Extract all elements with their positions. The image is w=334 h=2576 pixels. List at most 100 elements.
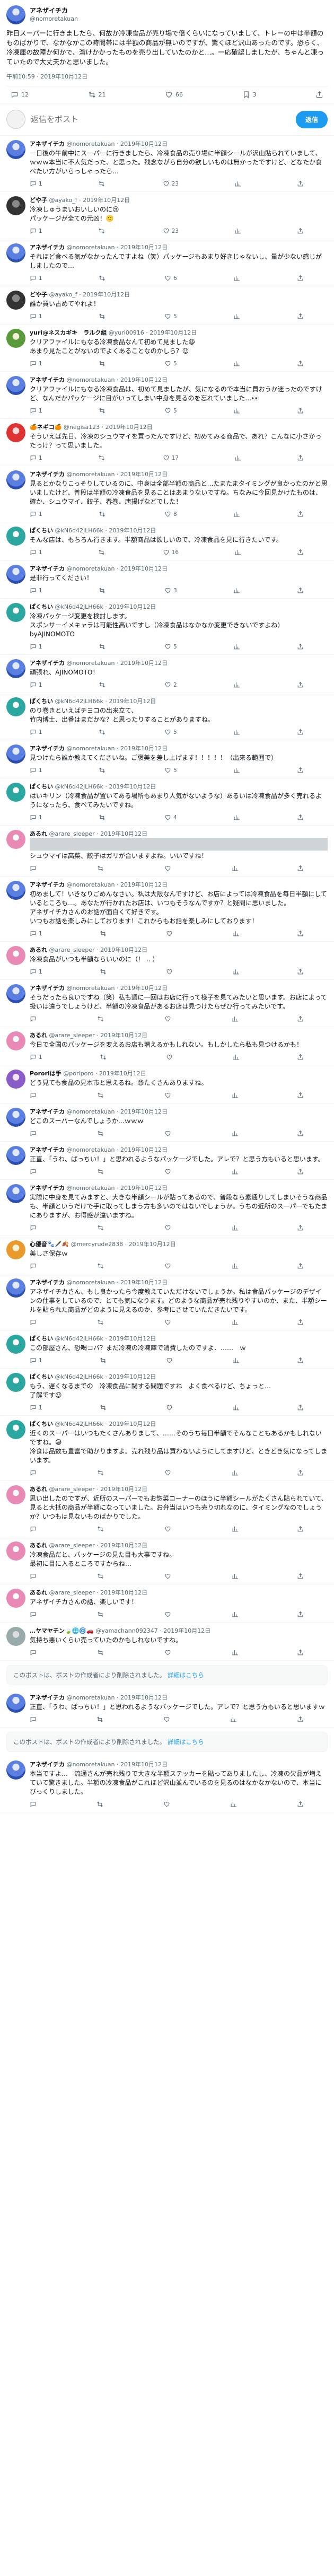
avatar[interactable] — [6, 1485, 25, 1504]
like-action[interactable]: 16 — [163, 549, 179, 556]
views-action[interactable] — [232, 1092, 239, 1099]
reply-handle[interactable]: @arare_sleeper — [49, 947, 95, 953]
retweet-action[interactable] — [97, 1611, 106, 1618]
share-action[interactable] — [297, 1319, 304, 1326]
retweet-action[interactable] — [97, 1263, 106, 1269]
like-action[interactable]: 23 — [163, 180, 179, 187]
reply-item[interactable]: Pororiは手 @poriporo · 2019年10月12日 どう見ても食品… — [0, 1065, 334, 1103]
views-action[interactable] — [232, 1611, 239, 1618]
views-action[interactable] — [233, 729, 240, 735]
reply-action[interactable]: 1 — [30, 180, 42, 187]
reply-action[interactable]: 1 — [30, 454, 42, 461]
share-action[interactable] — [297, 729, 304, 735]
reply-item[interactable]: ぱくちい @kN6d42jLH66k · 2019年10月12日 はいキリン（冷… — [0, 778, 334, 826]
reply-date[interactable]: 2019年10月12日 — [83, 197, 130, 204]
views-action[interactable] — [232, 1130, 239, 1137]
like-action[interactable]: 5 — [164, 360, 177, 367]
like-action[interactable] — [164, 1611, 173, 1618]
views-action[interactable] — [233, 1357, 240, 1364]
avatar[interactable] — [6, 1373, 25, 1392]
reply-display-name[interactable]: ぱくちい — [30, 783, 53, 790]
reply-display-name[interactable]: アネザイチカ — [30, 565, 65, 572]
reply-date[interactable]: 2019年10月12日 — [109, 603, 156, 610]
reply-date[interactable]: 2019年10月12日 — [120, 660, 168, 667]
reply-action[interactable] — [30, 1092, 39, 1099]
reply-item[interactable]: アネザイチカ @nomoretakuan · 2019年10月12日 正直、「う… — [0, 1142, 334, 1180]
share-action[interactable] — [297, 1357, 304, 1364]
reply-item[interactable]: ぱくちい @kN6d42jLH66k · 2019年10月12日 冷凍パッケージ… — [0, 599, 334, 655]
reply-action[interactable] — [30, 1649, 39, 1656]
reply-submit-button[interactable]: 返信 — [295, 110, 328, 128]
like-action[interactable] — [164, 865, 173, 872]
reply-date[interactable]: 2019年10月12日 — [120, 565, 168, 572]
share-action[interactable] — [297, 360, 304, 367]
reply-display-name[interactable]: どや子 — [30, 197, 47, 204]
reply-handle[interactable]: @ayako_f — [49, 197, 77, 204]
views-action[interactable] — [233, 587, 240, 594]
like-action[interactable] — [166, 1054, 175, 1061]
share-action[interactable] — [297, 1649, 304, 1656]
share-action[interactable] — [297, 1263, 304, 1269]
reply-date[interactable]: 2019年10月12日 — [150, 329, 197, 336]
reply-date[interactable]: 2019年10月12日 — [120, 1761, 168, 1768]
retweet-action[interactable] — [96, 1801, 103, 1808]
reply-display-name[interactable]: …ヤマヤチン🍃🌐🌀🚗 — [30, 1627, 94, 1634]
avatar[interactable] — [6, 1108, 25, 1127]
like-action[interactable]: 3 — [164, 587, 177, 594]
reply-handle[interactable]: @ayako_f — [49, 291, 77, 298]
reply-display-name[interactable]: あるれ — [30, 947, 47, 953]
reply-display-name[interactable]: アネザイチカ — [30, 376, 65, 383]
retweet-action[interactable] — [99, 681, 108, 688]
share-action[interactable] — [297, 1611, 304, 1618]
reply-handle[interactable]: @nomoretakuan — [67, 1108, 115, 1115]
reply-action[interactable] — [30, 1224, 39, 1231]
retweet-action[interactable] — [97, 1015, 106, 1022]
reply-date[interactable]: 2019年10月12日 — [120, 141, 168, 147]
share-action[interactable] — [315, 91, 323, 99]
like-action[interactable]: 4 — [164, 814, 177, 821]
reply-date[interactable]: 2019年10月12日 — [100, 947, 147, 953]
reply-handle[interactable]: @nomoretakuan — [67, 1279, 115, 1286]
retweet-action[interactable] — [99, 587, 108, 594]
share-action[interactable] — [297, 1224, 304, 1231]
like-action[interactable]: 6 — [164, 275, 177, 282]
retweet-action[interactable] — [99, 643, 108, 650]
share-action[interactable] — [297, 814, 304, 821]
reply-action[interactable]: 1 — [30, 1054, 42, 1061]
share-action[interactable] — [297, 454, 304, 461]
reply-display-name[interactable]: 心優音🐾🖋️🍂 — [30, 1241, 69, 1248]
avatar[interactable] — [6, 1031, 25, 1050]
main-post-timestamp[interactable]: 午前10:59 · 2019年10月12日 — [6, 72, 328, 86]
like-action[interactable] — [164, 1168, 173, 1175]
reply-date[interactable]: 2019年10月12日 — [120, 244, 168, 251]
reply-display-name[interactable]: アネザイチカ — [30, 1185, 65, 1191]
share-action[interactable] — [297, 275, 304, 282]
reply-display-name[interactable]: ぱくちい — [30, 1335, 53, 1342]
reply-handle[interactable]: @nomoretakuan — [67, 1761, 115, 1768]
reply-display-name[interactable]: アネザイチカ — [30, 745, 65, 752]
reply-item[interactable]: どや子 @ayako_f · 2019年10月12日 冷凍しゅうまいおいしいのに… — [0, 192, 334, 239]
share-action[interactable] — [297, 180, 304, 187]
reply-handle[interactable]: @kN6d42jLH66k — [55, 1373, 103, 1380]
retweet-action[interactable] — [97, 1168, 106, 1175]
reply-handle[interactable]: @yuri00916 — [109, 329, 144, 336]
avatar[interactable] — [6, 243, 25, 262]
views-action[interactable] — [232, 1015, 239, 1022]
like-action[interactable] — [164, 1092, 173, 1099]
reply-action[interactable] — [30, 1319, 39, 1326]
reply-item[interactable]: アネザイチカ @nomoretakuan · 2019年10月12日 そうだった… — [0, 980, 334, 1027]
views-action[interactable] — [232, 1319, 239, 1326]
reply-date[interactable]: 2019年10月12日 — [100, 1032, 147, 1039]
reply-handle[interactable]: @kN6d42jLH66k — [55, 603, 103, 610]
views-action[interactable] — [232, 1224, 239, 1231]
retweet-action[interactable] — [98, 549, 107, 556]
views-action[interactable] — [233, 360, 240, 367]
views-action[interactable] — [233, 275, 240, 282]
share-action[interactable] — [297, 587, 304, 594]
reply-date[interactable]: 2019年10月12日 — [163, 1627, 210, 1634]
retweet-action[interactable] — [97, 865, 106, 872]
reply-display-name[interactable]: yuri@ネスカギキ ラルク組 — [30, 329, 107, 336]
retweet-action[interactable] — [97, 1573, 106, 1580]
avatar[interactable] — [6, 830, 25, 849]
views-action[interactable] — [232, 1526, 239, 1532]
